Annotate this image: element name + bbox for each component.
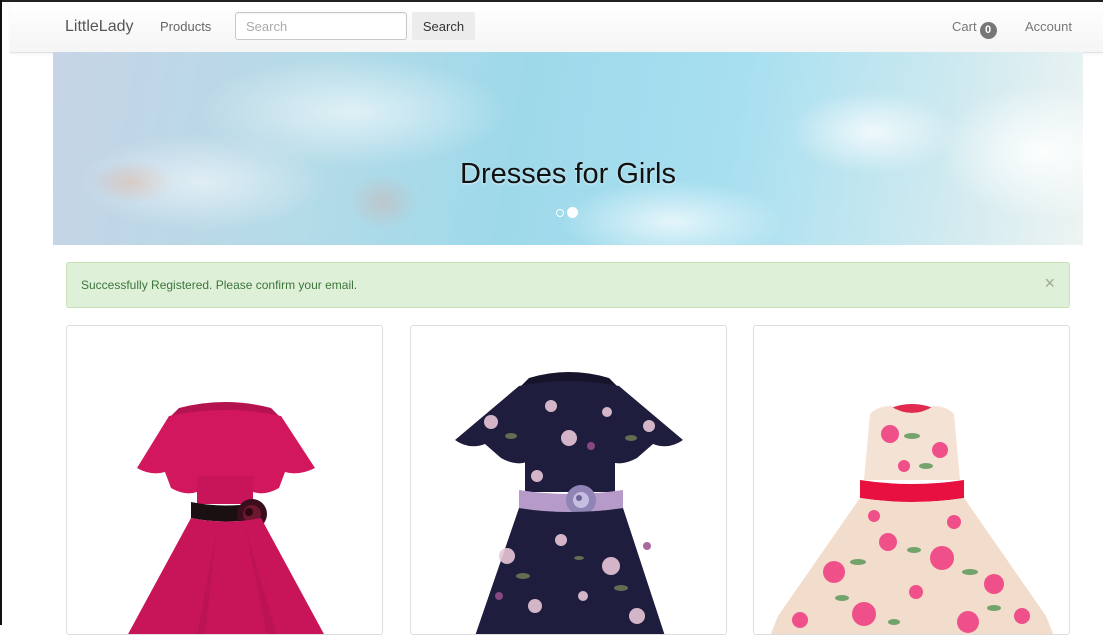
cart-link[interactable]: Cart 0 [952,19,997,39]
product-card[interactable] [410,325,727,635]
window-left-border [0,0,2,625]
carousel-indicator-2[interactable] [567,207,578,219]
product-card[interactable] [66,325,383,635]
product-card[interactable] [753,325,1070,635]
top-navbar: LittleLady Products Search Cart0 Account [10,2,1103,53]
nav-products-link[interactable]: Products [160,19,211,34]
success-alert: Successfully Registered. Please confirm … [66,262,1070,308]
white-rose-dress-image [770,404,1054,634]
hero-carousel[interactable]: Dresses for Girls [53,52,1083,245]
brand-logo-link[interactable]: LittleLady [65,18,134,36]
hero-title: Dresses for Girls [460,158,676,190]
search-button[interactable]: Search [412,12,475,40]
navy-floral-dress-image [455,372,683,634]
account-link[interactable]: Account [1025,19,1072,34]
carousel-indicators [556,204,581,219]
carousel-indicator-1[interactable] [556,208,564,217]
close-icon[interactable]: × [1044,274,1055,292]
cart-label: Cart [952,19,977,34]
search-input[interactable] [235,12,407,40]
alert-message: Successfully Registered. Please confirm … [81,278,358,292]
cart-count-badge: 0 [979,22,997,39]
pink-dress-image [128,402,324,634]
